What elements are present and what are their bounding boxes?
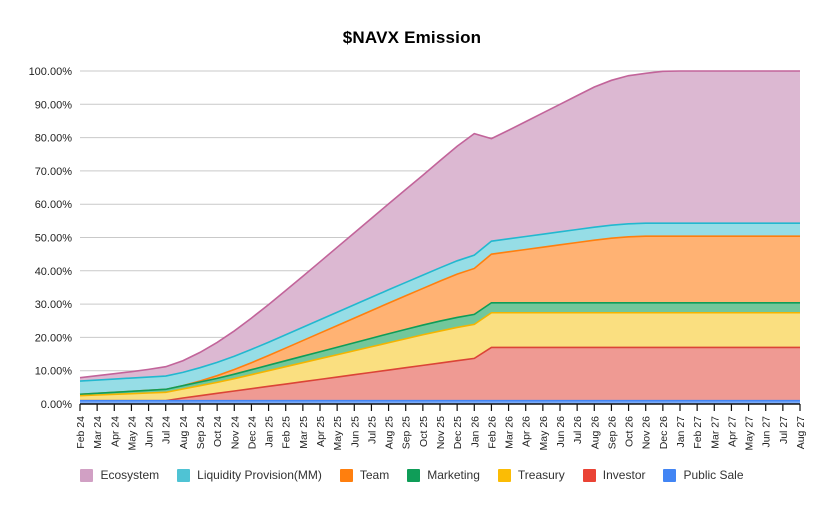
x-axis-tick-label: May 24: [126, 416, 138, 451]
x-axis-tick-label: Mar 25: [298, 416, 310, 449]
x-axis-tick-label: Dec 24: [246, 416, 258, 449]
legend-item-liquidity-provision-mm[interactable]: Liquidity Provision(MM): [177, 468, 322, 482]
x-axis-tick-label: Apr 24: [109, 416, 121, 447]
legend-item-team[interactable]: Team: [339, 468, 390, 482]
y-axis-labels: 0.00% 10.00% 20.00% 30.00% 40.00% 50.00% 60.00…: [29, 66, 73, 411]
x-axis-tick-label: Jan 27: [675, 416, 687, 448]
x-axis-tick-label: Mar 27: [709, 416, 721, 449]
y-axis-tick-label: 20.00%: [35, 332, 73, 344]
legend-item-ecosystem[interactable]: Ecosystem: [80, 468, 159, 482]
x-axis-tick-label: Jun 26: [555, 416, 567, 448]
x-axis-tick-label: Oct 26: [624, 416, 636, 447]
x-axis-tick-label: Aug 25: [384, 416, 396, 449]
x-axis-tick-label: Oct 25: [418, 416, 430, 447]
x-axis-tick-label: Jan 25: [264, 416, 276, 448]
legend-item-label: Public Sale: [683, 468, 744, 482]
x-axis-tick-label: Sep 26: [606, 416, 618, 449]
x-axis-tick-label: Feb 24: [75, 416, 87, 449]
legend-swatch-icon: [407, 468, 421, 482]
x-axis-tick-label: May 27: [744, 416, 756, 451]
y-axis-tick-label: 40.00%: [35, 266, 73, 278]
legend-swatch-icon: [582, 468, 596, 482]
x-axis-tick-label: Sep 25: [401, 416, 413, 449]
legend-item-marketing[interactable]: Marketing: [407, 468, 480, 482]
legend-item-label: Ecosystem: [100, 468, 160, 482]
legend-item-label: Team: [359, 468, 390, 482]
x-axis-tick-label: Nov 24: [229, 416, 241, 449]
x-axis-tick-label: Feb 25: [281, 416, 293, 449]
x-axis-tick-label: Sep 24: [195, 416, 207, 449]
x-axis-tick-label: Feb 27: [692, 416, 704, 449]
legend-swatch-icon: [177, 468, 191, 482]
y-axis-tick-label: 10.00%: [35, 366, 73, 378]
x-axis-tick-label: Jun 24: [144, 416, 156, 448]
chart-legend: Ecosystem Liquidity Provision(MM) Team Mark…: [0, 468, 824, 482]
legend-item-label: Investor: [602, 468, 646, 482]
x-axis-tick-label: Jul 25: [366, 416, 378, 444]
x-axis-tick-label: Nov 25: [435, 416, 447, 449]
y-axis-tick-label: 90.00%: [35, 99, 73, 111]
x-axis-tick-label: Oct 24: [212, 416, 224, 447]
legend-item-public-sale[interactable]: Public Sale: [663, 468, 744, 482]
legend-swatch-icon: [497, 468, 511, 482]
x-axis-tick-label: Dec 26: [658, 416, 670, 449]
legend-item-label: Treasury: [517, 468, 565, 482]
x-axis-tick-label: May 26: [538, 416, 550, 451]
legend-swatch-icon: [339, 468, 353, 482]
x-axis-tick-label: Jun 25: [349, 416, 361, 448]
x-axis-tick-label: Mar 24: [92, 416, 104, 449]
x-axis-tick-label: Apr 27: [726, 416, 738, 447]
x-axis-tick-label: Jun 27: [761, 416, 773, 448]
x-axis-tick-label: Jul 27: [778, 416, 790, 444]
x-axis-tick-label: Aug 26: [589, 416, 601, 449]
chart-container: $NAVX Emission 0.00% 10.00% 20.00% 30.00% 40…: [0, 0, 824, 510]
x-axis-tick-label: Mar 26: [504, 416, 516, 449]
y-axis-tick-label: 80.00%: [35, 133, 73, 145]
y-axis-tick-label: 70.00%: [35, 166, 73, 178]
y-axis-tick-label: 30.00%: [35, 299, 73, 311]
y-axis-tick-label: 60.00%: [35, 199, 73, 211]
x-axis-tick-label: Aug 27: [795, 416, 807, 449]
legend-item-treasury[interactable]: Treasury: [497, 468, 565, 482]
x-axis-tick-label: Jan 26: [469, 416, 481, 448]
x-axis-tick-label: Nov 26: [641, 416, 653, 449]
x-axis-tick-label: Jul 26: [572, 416, 584, 444]
x-axis-tick-label: Apr 25: [315, 416, 327, 447]
x-axis-tick-label: Feb 26: [486, 416, 498, 449]
chart-svg: 0.00% 10.00% 20.00% 30.00% 40.00% 50.00% 60.00…: [29, 66, 807, 451]
legend-item-label: Marketing: [427, 468, 480, 482]
y-axis-tick-label: 0.00%: [41, 399, 72, 411]
x-axis-ticks: [79, 404, 801, 411]
x-axis-labels: Feb 24 Mar 24 Apr 24 May 24 Jun 24 Jul 24 Aug …: [75, 416, 807, 451]
legend-swatch-icon: [663, 468, 677, 482]
x-axis-tick-label: Apr 26: [521, 416, 533, 447]
legend-item-label: Liquidity Provision(MM): [197, 468, 322, 482]
x-axis-tick-label: Aug 24: [178, 416, 190, 449]
y-axis-tick-label: 100.00%: [29, 66, 73, 78]
legend-item-investor[interactable]: Investor: [582, 468, 646, 482]
x-axis-tick-label: Jul 24: [161, 416, 173, 444]
x-axis-tick-label: May 25: [332, 416, 344, 451]
legend-swatch-icon: [80, 468, 94, 482]
x-axis-tick-label: Dec 25: [452, 416, 464, 449]
plot-area: 0.00% 10.00% 20.00% 30.00% 40.00% 50.00% 60.00…: [0, 0, 824, 510]
y-axis-tick-label: 50.00%: [35, 233, 73, 245]
